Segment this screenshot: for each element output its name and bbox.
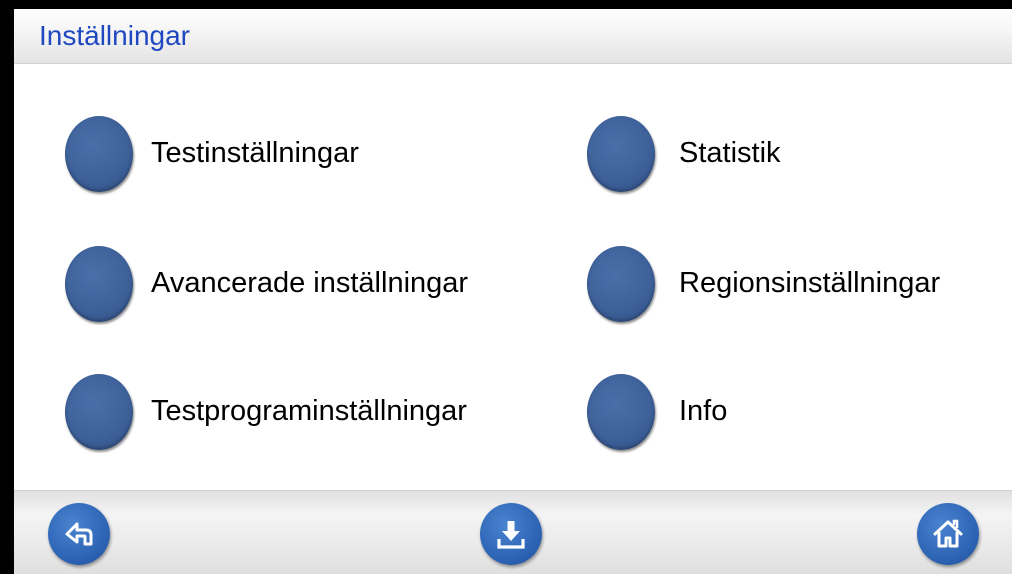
back-arrow-icon (65, 522, 93, 546)
page-title: Inställningar (39, 20, 190, 51)
download-tray-icon (497, 521, 525, 549)
header-bar: Inställningar (14, 9, 1012, 64)
bullet-button-icon[interactable] (587, 116, 655, 192)
footer-toolbar (14, 490, 1012, 574)
save-download-button[interactable] (480, 503, 542, 565)
bullet-button-icon[interactable] (587, 374, 655, 450)
home-icon (933, 519, 963, 548)
menu-item-label: Regionsinställningar (679, 267, 941, 299)
home-button[interactable] (917, 503, 979, 565)
bullet-button-icon[interactable] (65, 246, 133, 322)
menu-item-label: Info (679, 395, 728, 427)
settings-menu: Testinställningar Avancerade inställning… (14, 64, 1012, 490)
menu-item-label: Statistik (679, 137, 781, 169)
menu-item-label: Testinställningar (151, 137, 359, 169)
bullet-button-icon[interactable] (65, 116, 133, 192)
bullet-button-icon[interactable] (587, 246, 655, 322)
menu-item-label: Testprograminställningar (151, 395, 467, 427)
bullet-button-icon[interactable] (65, 374, 133, 450)
settings-screen: Inställningar Testinställningar Avancera… (14, 9, 1012, 574)
menu-item-label: Avancerade inställningar (151, 267, 469, 299)
back-button[interactable] (48, 503, 110, 565)
